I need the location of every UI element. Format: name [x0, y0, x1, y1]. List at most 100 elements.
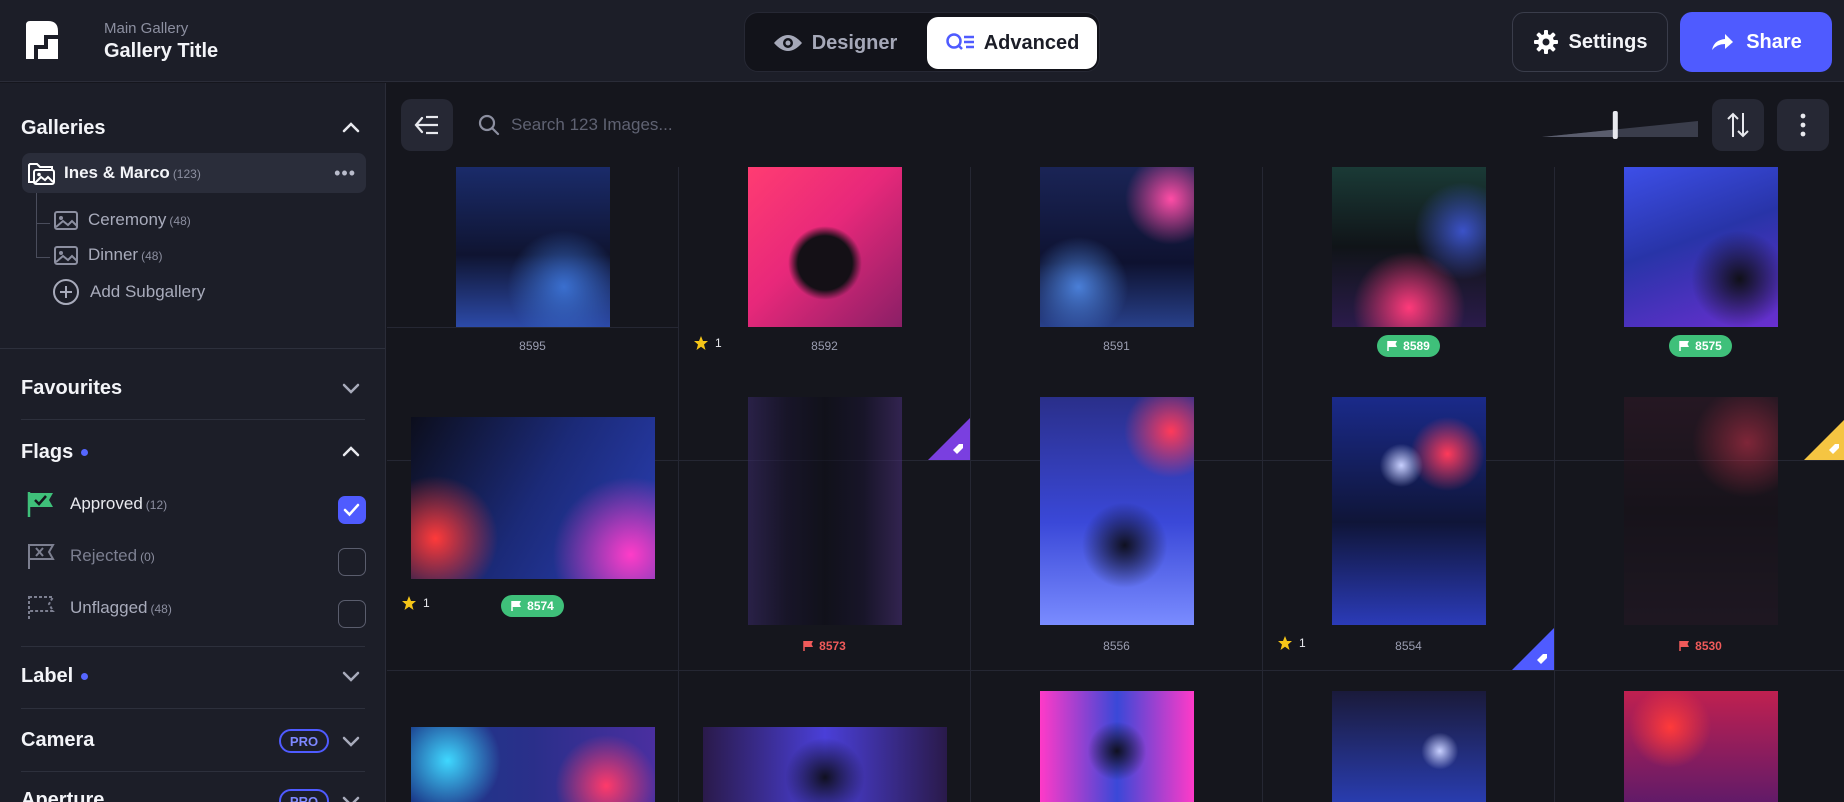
- flag-icon: [511, 601, 522, 611]
- section-divider: [21, 419, 365, 420]
- image-cell[interactable]: [387, 671, 679, 802]
- image-thumbnail[interactable]: [748, 397, 902, 625]
- image-cell-8556[interactable]: 8556: [971, 377, 1263, 671]
- flags-section-header[interactable]: Flags: [21, 441, 89, 464]
- flag-filter-approved[interactable]: Approved (12): [26, 490, 167, 518]
- gallery-main-label: Ines & Marco: [64, 163, 170, 182]
- section-divider: [0, 348, 385, 349]
- subgallery-item-ceremony[interactable]: Ceremony (48): [54, 209, 191, 231]
- share-button[interactable]: Share: [1680, 12, 1832, 72]
- chevron-down-icon[interactable]: [339, 664, 363, 688]
- image-cell-8554[interactable]: 1 8554: [1263, 377, 1555, 671]
- row-spacer: [387, 327, 679, 328]
- subgallery-count: (48): [141, 249, 163, 263]
- collapse-left-icon: [414, 115, 438, 135]
- subgallery-label: Dinner (48): [88, 245, 162, 265]
- galleries-section-header[interactable]: Galleries: [21, 117, 106, 140]
- image-number: 8530: [1695, 639, 1722, 653]
- camera-section-header[interactable]: Camera: [21, 729, 94, 752]
- image-cell[interactable]: [1263, 671, 1555, 802]
- image-number: 8575: [1695, 339, 1722, 353]
- image-thumbnail[interactable]: [1040, 167, 1194, 327]
- advanced-mode-button[interactable]: Advanced: [927, 17, 1097, 69]
- image-icon: [54, 211, 78, 230]
- add-subgallery-button[interactable]: Add Subgallery: [52, 278, 205, 306]
- image-cell[interactable]: [971, 671, 1263, 802]
- section-divider: [21, 708, 365, 709]
- flag-icon: [1679, 341, 1690, 351]
- flag-filter-rejected[interactable]: Rejected (0): [26, 542, 155, 570]
- chevron-down-icon[interactable]: [339, 376, 363, 400]
- image-thumbnail[interactable]: [1332, 397, 1486, 625]
- search-input[interactable]: [511, 107, 911, 143]
- flag-label: Unflagged (48): [70, 598, 172, 618]
- approved-checkbox[interactable]: [338, 496, 366, 524]
- sort-button[interactable]: [1712, 99, 1764, 151]
- image-icon: [54, 246, 78, 265]
- flag-icon: [803, 641, 814, 651]
- thumbnail-size-slider[interactable]: [1542, 109, 1698, 141]
- flag-count: (0): [140, 550, 155, 564]
- image-thumbnail[interactable]: [1040, 691, 1194, 802]
- gallery-folder-icon: [28, 163, 55, 185]
- breadcrumb[interactable]: Main Gallery: [104, 20, 188, 37]
- image-thumbnail[interactable]: [1332, 167, 1486, 327]
- app-logo-icon[interactable]: [22, 19, 62, 61]
- image-number: 8574: [527, 599, 554, 613]
- image-number: 8591: [1103, 339, 1130, 353]
- check-icon: [343, 503, 360, 517]
- image-cell[interactable]: [1555, 671, 1844, 802]
- image-number: 8556: [1103, 639, 1130, 653]
- image-thumbnail[interactable]: [1624, 397, 1778, 625]
- blue-label-tag-icon[interactable]: [1512, 628, 1554, 670]
- gallery-item-main[interactable]: Ines & Marco (123) •••: [22, 153, 366, 193]
- gear-icon: [1533, 30, 1558, 54]
- more-menu-button[interactable]: [1777, 99, 1829, 151]
- image-cell-8573[interactable]: 8573: [679, 377, 971, 671]
- share-arrow-icon: [1712, 34, 1734, 50]
- favourites-section-header[interactable]: Favourites: [21, 377, 122, 400]
- image-number: 8592: [811, 339, 838, 353]
- more-options-icon[interactable]: •••: [334, 163, 356, 184]
- image-cell-8530[interactable]: 8530: [1555, 377, 1844, 671]
- flag-filter-unflagged[interactable]: Unflagged (48): [26, 594, 172, 622]
- image-thumbnail[interactable]: [411, 727, 655, 802]
- image-thumbnail[interactable]: [411, 417, 655, 579]
- settings-button[interactable]: Settings: [1512, 12, 1668, 72]
- approved-flag-pill: 8589: [1377, 335, 1440, 357]
- unflagged-checkbox[interactable]: [338, 600, 366, 628]
- add-subgallery-label: Add Subgallery: [90, 282, 206, 301]
- approved-flag-pill: 8575: [1669, 335, 1732, 357]
- flag-icon: [1387, 341, 1398, 351]
- subgallery-label: Ceremony (48): [88, 210, 191, 230]
- image-thumbnail[interactable]: [1624, 167, 1778, 327]
- rejected-checkbox[interactable]: [338, 548, 366, 576]
- image-number: 8589: [1403, 339, 1430, 353]
- camera-title: Camera: [21, 729, 95, 751]
- image-cell[interactable]: [679, 671, 971, 802]
- chevron-up-icon[interactable]: [339, 440, 363, 464]
- rejected-flag-label: 8530: [1679, 639, 1722, 653]
- plus-circle-icon: [53, 279, 79, 305]
- designer-mode-button[interactable]: Designer: [749, 17, 921, 69]
- image-thumbnail[interactable]: [1332, 691, 1486, 802]
- chevron-down-icon[interactable]: [339, 789, 363, 802]
- favourites-title: Favourites: [21, 377, 123, 399]
- image-thumbnail[interactable]: [1040, 397, 1194, 625]
- tree-connector: [36, 193, 50, 224]
- image-thumbnail[interactable]: [1624, 691, 1778, 802]
- aperture-section-header[interactable]: Aperture: [21, 789, 104, 802]
- subgallery-name: Ceremony: [88, 210, 167, 229]
- collapse-sidebar-button[interactable]: [401, 99, 453, 151]
- image-thumbnail[interactable]: [703, 727, 947, 802]
- label-section-header[interactable]: Label: [21, 665, 89, 688]
- advanced-mode-label: Advanced: [983, 31, 1080, 54]
- chevron-down-icon[interactable]: [339, 729, 363, 753]
- image-cell-8574[interactable]: 1 8574: [387, 377, 679, 671]
- chevron-up-icon[interactable]: [339, 116, 363, 140]
- image-thumbnail[interactable]: [748, 167, 902, 327]
- subgallery-item-dinner[interactable]: Dinner (48): [54, 244, 162, 266]
- active-filter-dot: [81, 449, 89, 456]
- image-thumbnail[interactable]: [456, 167, 610, 327]
- filter-sidebar: Galleries Ines & Marco (123) ••• Ceremony…: [0, 83, 386, 802]
